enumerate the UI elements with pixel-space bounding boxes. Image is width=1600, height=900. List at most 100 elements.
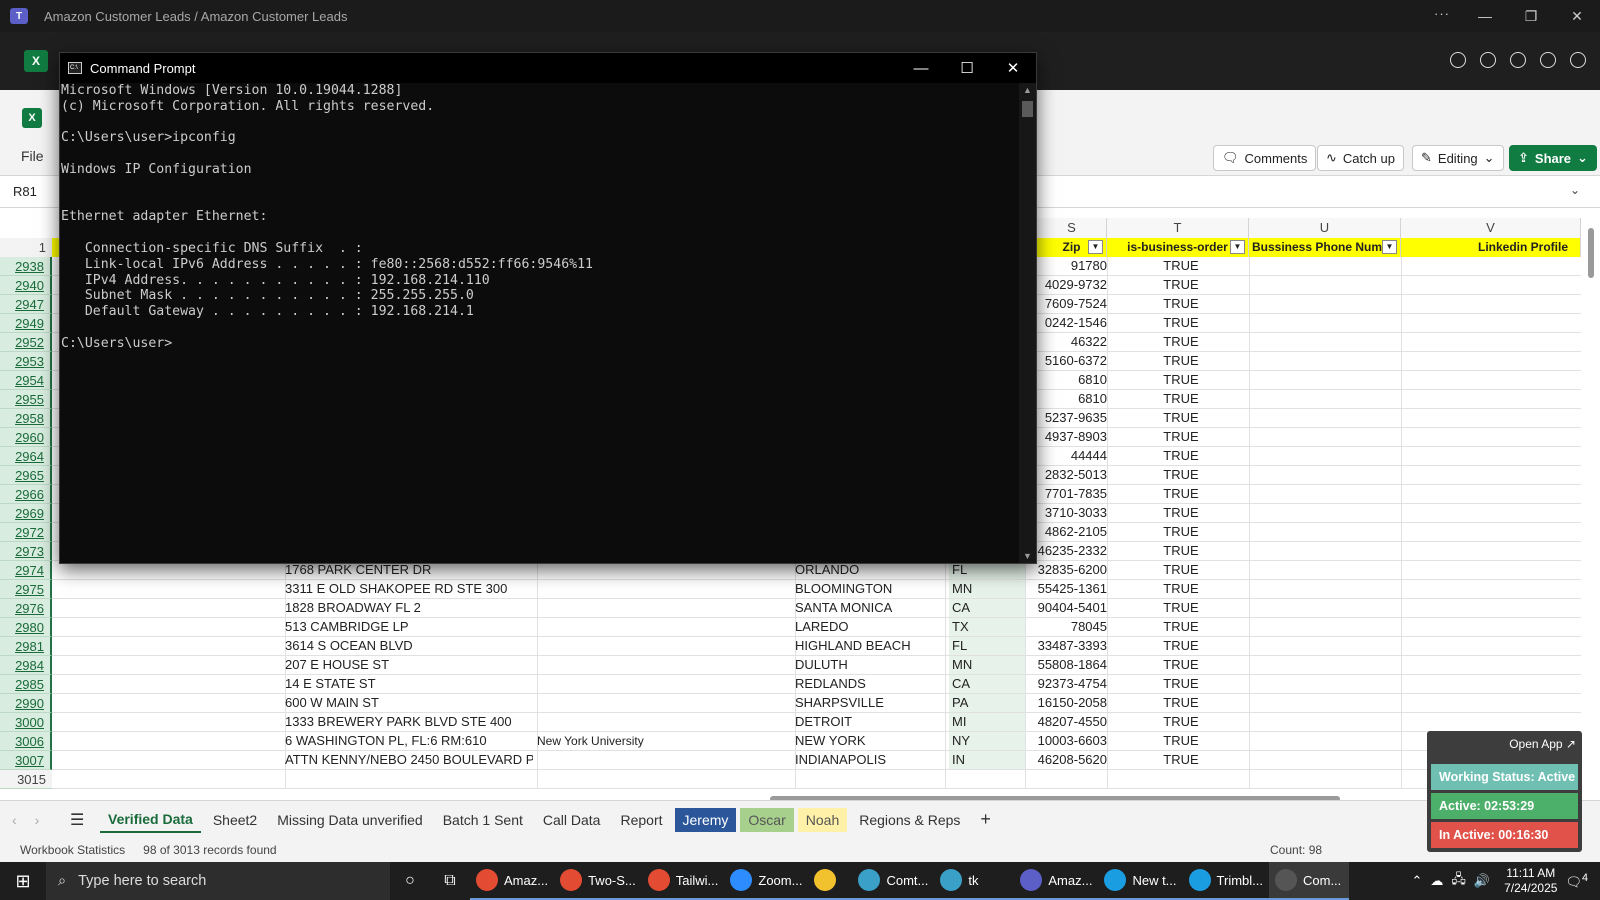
zip-cell[interactable]: 90404-5401 [1030, 599, 1110, 617]
tab-sheet2[interactable]: Sheet2 [205, 808, 265, 832]
row-number[interactable]: 2960 [0, 428, 52, 447]
row-number[interactable]: 2976 [0, 599, 52, 618]
row-number[interactable]: 3015 [0, 770, 52, 789]
business-order-cell[interactable]: TRUE [1110, 523, 1252, 541]
share-button[interactable]: ⇪ Share ⌄ [1509, 145, 1597, 171]
row-number[interactable]: 2958 [0, 409, 52, 428]
cmd-title-bar[interactable]: C:\ Command Prompt — ☐ ✕ [60, 53, 1036, 83]
close-button[interactable]: ✕ [1554, 0, 1600, 32]
business-order-cell[interactable]: TRUE [1110, 732, 1252, 750]
city-cell[interactable]: SHARPSVILLE [795, 694, 935, 712]
task-view-icon[interactable]: ⧉ [430, 862, 470, 900]
business-order-cell[interactable]: TRUE [1110, 428, 1252, 446]
all-sheets-menu-icon[interactable]: ☰ [70, 810, 100, 830]
business-order-cell[interactable]: TRUE [1110, 561, 1252, 579]
state-cell[interactable]: MN [949, 580, 1025, 598]
row-number[interactable]: 2969 [0, 504, 52, 523]
column-header-v[interactable]: V [1401, 218, 1581, 238]
add-sheet-button[interactable]: + [972, 805, 999, 834]
vertical-scrollbar[interactable] [1588, 228, 1594, 278]
business-order-cell[interactable]: TRUE [1110, 713, 1252, 731]
taskbar-app-button[interactable]: Two-S... [554, 862, 642, 900]
zip-cell[interactable]: 6810 [1030, 390, 1110, 408]
zip-cell[interactable]: 48207-4550 [1030, 713, 1110, 731]
taskbar-search-box[interactable]: ⌕ Type here to search [46, 862, 390, 900]
state-cell[interactable]: CA [949, 599, 1025, 617]
taskbar-app-button[interactable]: Tailwi... [641, 862, 725, 900]
taskbar-app-button[interactable]: New t... [1098, 862, 1183, 900]
zip-cell[interactable]: 33487-3393 [1030, 637, 1110, 655]
city-cell[interactable]: INDIANAPOLIS [795, 751, 935, 769]
row-number[interactable]: 2974 [0, 561, 52, 580]
zip-cell[interactable]: 6810 [1030, 371, 1110, 389]
table-row[interactable]: 513 CAMBRIDGE LP LAREDO TX 78045 TRUE [52, 618, 1581, 637]
cmd-minimize-button[interactable]: — [898, 53, 944, 83]
table-row[interactable]: 1828 BROADWAY FL 2 SANTA MONICA CA 90404-54… [52, 599, 1581, 618]
business-order-cell[interactable]: TRUE [1110, 637, 1252, 655]
row-number[interactable]: 2966 [0, 485, 52, 504]
business-order-cell[interactable]: TRUE [1110, 618, 1252, 636]
zip-cell[interactable]: 3710-3033 [1030, 504, 1110, 522]
zip-cell[interactable]: 46322 [1030, 333, 1110, 351]
notification-center-icon[interactable]: 🗨4 [1565, 872, 1588, 890]
business-order-cell[interactable]: TRUE [1110, 295, 1252, 313]
network-icon[interactable]: 🖧 [1451, 870, 1466, 892]
business-order-cell[interactable]: TRUE [1110, 447, 1252, 465]
zip-cell[interactable]: 10003-6603 [1030, 732, 1110, 750]
state-cell[interactable]: PA [949, 694, 1025, 712]
row-number[interactable]: 2975 [0, 580, 52, 599]
zip-cell[interactable]: 92373-4754 [1030, 675, 1110, 693]
column-header-s[interactable]: S [1037, 218, 1107, 238]
table-row[interactable]: 14 E STATE ST REDLANDS CA 92373-4754 TRUE [52, 675, 1581, 694]
business-order-cell[interactable]: TRUE [1110, 257, 1252, 275]
zip-cell[interactable]: 4029-9732 [1030, 276, 1110, 294]
cmd-close-button[interactable]: ✕ [990, 53, 1036, 83]
business-order-cell[interactable]: TRUE [1110, 751, 1252, 769]
business-order-cell[interactable]: TRUE [1110, 580, 1252, 598]
city-cell[interactable]: SANTA MONICA [795, 599, 935, 617]
chat-icon[interactable] [1450, 52, 1466, 68]
windows-start-icon[interactable]: ⊞ [0, 862, 46, 900]
state-cell[interactable]: TX [949, 618, 1025, 636]
tab-noah[interactable]: Noah [797, 807, 848, 832]
row-number[interactable]: 2953 [0, 352, 52, 371]
state-cell[interactable] [949, 770, 1025, 788]
header-linkedin[interactable]: Linkedin Profile [1401, 238, 1581, 257]
address-cell[interactable]: 207 E HOUSE ST [285, 656, 533, 674]
editing-mode-button[interactable]: ✎ Editing ⌄ [1412, 145, 1504, 171]
taskbar-app-button[interactable]: Trimbl... [1182, 862, 1269, 900]
address-cell[interactable]: 14 E STATE ST [285, 675, 533, 693]
business-order-cell[interactable]: TRUE [1110, 371, 1252, 389]
city-cell[interactable]: BLOOMINGTON [795, 580, 935, 598]
workbook-statistics[interactable]: Workbook Statistics [20, 843, 125, 857]
state-cell[interactable]: NY [949, 732, 1025, 750]
taskbar-app-button[interactable]: Comt... [852, 862, 935, 900]
row-number[interactable]: 3000 [0, 713, 52, 732]
tab-verified-data[interactable]: Verified Data [100, 807, 201, 833]
row-number[interactable]: 2990 [0, 694, 52, 713]
taskbar-app-button[interactable]: tk [934, 862, 1015, 900]
table-row[interactable]: 3311 E OLD SHAKOPEE RD STE 300 BLOOMINGTO… [52, 580, 1581, 599]
tab-report[interactable]: Report [612, 808, 670, 832]
row-numbers[interactable]: 2938 2940 2947 2949 2952 2953 2954 2955 2958 2960… [0, 257, 52, 789]
zip-cell[interactable]: 7609-7524 [1030, 295, 1110, 313]
tab-nav-arrows[interactable]: ‹› [0, 812, 70, 828]
row-number[interactable]: 2955 [0, 390, 52, 409]
tab-jeremy[interactable]: Jeremy [674, 807, 737, 832]
zip-cell[interactable]: 55808-1864 [1030, 656, 1110, 674]
comments-button[interactable]: 🗨 Comments [1213, 145, 1317, 171]
row-number-header[interactable]: 1 [0, 238, 52, 257]
row-number[interactable]: 2985 [0, 675, 52, 694]
zip-cell[interactable]: 32835-6200 [1030, 561, 1110, 579]
expand-formula-bar-icon[interactable]: ⌄ [1570, 183, 1580, 197]
business-order-cell[interactable]: TRUE [1110, 675, 1252, 693]
tab-missing-data-unverified[interactable]: Missing Data unverified [269, 808, 431, 832]
cmd-scrollbar[interactable]: ▲ ▼ [1019, 83, 1036, 563]
state-cell[interactable]: FL [949, 637, 1025, 655]
business-order-cell[interactable]: TRUE [1110, 694, 1252, 712]
excel-tab-icon[interactable]: X [24, 50, 48, 72]
zip-cell[interactable]: 2832-5013 [1030, 466, 1110, 484]
chevron-up-icon[interactable]: ⌃ [1411, 873, 1422, 889]
link-icon[interactable] [1510, 52, 1526, 68]
taskbar-app-button[interactable]: Amaz... [470, 862, 555, 900]
